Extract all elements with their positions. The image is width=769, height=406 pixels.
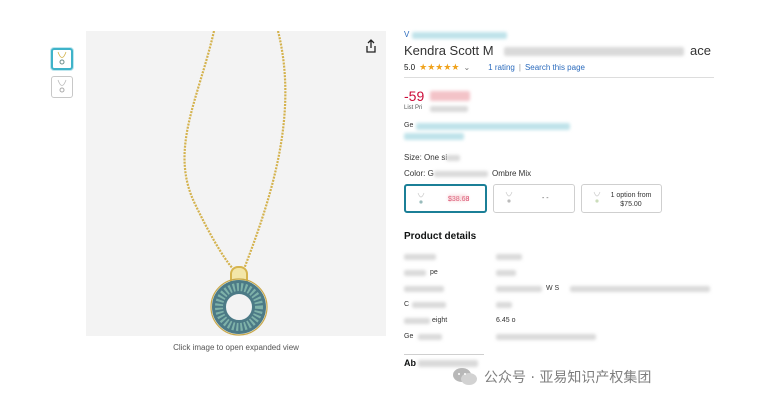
option-price: - -: [542, 195, 549, 202]
color-option-2[interactable]: - -: [493, 184, 575, 213]
product-details-table: pe W S C eight 6.45 o Ge: [404, 250, 724, 346]
detail-row: pe: [404, 266, 724, 282]
detail-key: C: [404, 301, 410, 308]
rating-row: 5.0 ★★★★★ ⌄ 1 rating | Search this page: [404, 61, 724, 73]
necklace-swatch-icon: [505, 191, 513, 203]
thumbnail-list: [51, 48, 75, 104]
discount-text: -59: [404, 88, 425, 104]
star-rating-icon[interactable]: ★★★★★: [419, 62, 459, 73]
search-this-page-link[interactable]: Search this page: [525, 63, 585, 72]
promo-line-2: [404, 133, 724, 141]
share-icon[interactable]: [363, 38, 379, 54]
color-label-start: Color: G: [404, 169, 434, 178]
rating-value: 5.0: [404, 62, 416, 72]
discount-percentage: -59: [404, 88, 724, 104]
main-product-image[interactable]: [86, 30, 386, 336]
thumbnail-1[interactable]: [51, 48, 73, 70]
color-label-end: Ombre Mix: [492, 169, 532, 178]
detail-key: eight: [432, 317, 448, 324]
necklace-swatch-icon: [417, 192, 425, 204]
promo-label: Ge: [404, 122, 414, 129]
store-link-text[interactable]: V: [404, 30, 409, 39]
rating-divider: |: [518, 62, 521, 72]
thumbnail-2[interactable]: [51, 76, 73, 98]
color-selector-label: Color: G Ombre Mix: [404, 169, 724, 179]
ratings-count-link[interactable]: 1 rating: [488, 63, 515, 72]
detail-value: 6.45 o: [496, 317, 516, 324]
size-selector-label: Size: One si: [404, 153, 724, 163]
color-options: $38.68 - - 1 option from $75.00: [404, 184, 724, 213]
necklace-thumbnail-icon: [57, 51, 67, 65]
watermark-text: 公众号 · 亚易知识产权集团: [484, 370, 652, 386]
product-detail-panel: V Kendra Scott M ace 5.0 ★★★★★ ⌄ 1 ratin…: [404, 30, 724, 370]
size-label: Size: One si: [404, 153, 448, 162]
color-option-3[interactable]: 1 option from $75.00: [581, 184, 662, 213]
detail-key: pe: [430, 269, 438, 276]
detail-row: eight 6.45 o: [404, 314, 724, 330]
divider: [404, 354, 484, 355]
about-text: Ab: [404, 358, 416, 368]
necklace-image: [183, 30, 287, 336]
product-title: Kendra Scott M ace: [404, 43, 724, 59]
detail-row: W S: [404, 282, 724, 298]
title-end: ace: [690, 43, 711, 58]
product-details-heading: Product details: [404, 231, 477, 242]
title-start: Kendra Scott M: [404, 43, 494, 58]
watermark: 公众号 · 亚易知识产权集团: [452, 366, 651, 388]
detail-row: [404, 250, 724, 266]
store-link[interactable]: V: [404, 30, 724, 41]
necklace-swatch-icon: [593, 191, 601, 203]
detail-row: C: [404, 298, 724, 314]
option-availability: 1 option from $75.00: [610, 192, 652, 208]
chevron-down-icon[interactable]: ⌄: [463, 63, 470, 72]
color-option-1[interactable]: $38.68: [404, 184, 487, 213]
wechat-icon: [453, 368, 477, 385]
necklace-thumbnail-icon: [57, 79, 67, 93]
promo-line: Ge: [404, 122, 724, 131]
detail-value: W S: [546, 285, 560, 292]
list-price: List Pri: [404, 105, 724, 113]
list-price-label: List Pri: [404, 105, 423, 111]
divider: [404, 77, 714, 78]
detail-row: Ge: [404, 330, 724, 346]
image-caption: Click image to open expanded view: [173, 343, 299, 352]
detail-key: Ge: [404, 333, 414, 340]
